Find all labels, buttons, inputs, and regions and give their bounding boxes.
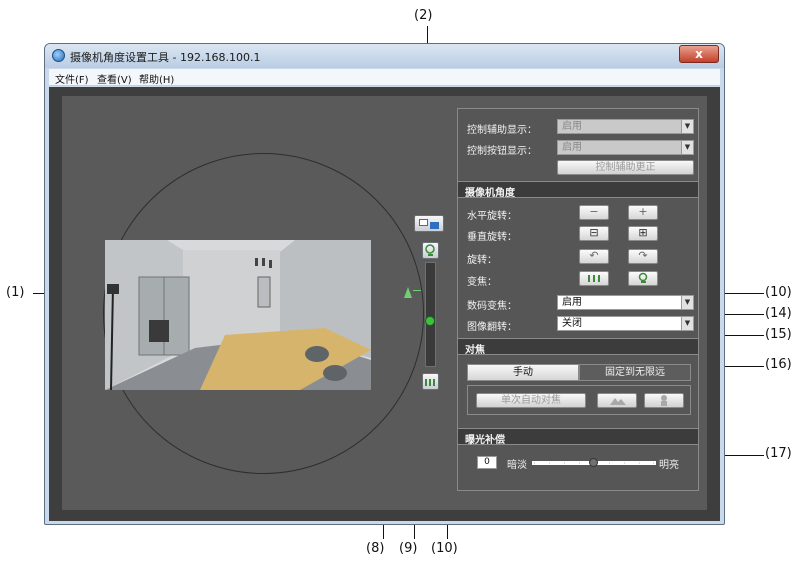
window-title: 摄像机角度设置工具 - 192.168.100.1: [70, 51, 261, 64]
focus-title: 对焦: [465, 345, 485, 356]
focus-manual-button[interactable]: 手动: [467, 364, 579, 381]
minus-box-icon: ⊟: [589, 226, 599, 239]
screenshot: (2) (1) (8) (9) (10) (10) (14) (15) (16)…: [0, 0, 798, 563]
callout-10-bottom: (10): [431, 541, 458, 556]
callout-15: (15): [765, 327, 792, 342]
zoom-tele-button[interactable]: [422, 242, 439, 259]
zoom-marker-tick: [413, 290, 421, 291]
rotate-left-icon: ↶: [589, 249, 599, 262]
client-area: 控制辅助显示： 启用 ▼ 控制按钮显示： 启用 ▼ 控制辅助更正 摄像机角度 水…: [49, 87, 720, 521]
pan-right-button[interactable]: +: [628, 205, 658, 220]
zoom-tele-icon: [425, 244, 435, 256]
tilt-label: 垂直旋转：: [467, 232, 517, 243]
zoom-slider-track[interactable]: [425, 262, 436, 367]
pan-label: 水平旋转：: [467, 211, 517, 222]
exposure-title: 曝光补偿: [465, 435, 505, 446]
zoom-wide-icon: [425, 379, 435, 386]
room-scene-image: [105, 240, 371, 390]
callout-8: (8): [366, 541, 385, 556]
camera-angle-header: 摄像机角度: [458, 181, 698, 199]
focus-far-button[interactable]: [597, 393, 637, 408]
camera-app-icon: [52, 49, 65, 62]
exposure-value-box: 0: [477, 456, 497, 469]
view-switch-icon: [419, 219, 439, 229]
chevron-down-icon: ▼: [681, 141, 693, 154]
plus-box-icon: ⊞: [638, 226, 648, 239]
callout-1: (1): [6, 285, 25, 300]
callout-9: (9): [399, 541, 418, 556]
menu-help[interactable]: 帮助(H): [139, 71, 174, 86]
button-display-label: 控制按钮显示：: [467, 146, 537, 157]
menu-file[interactable]: 文件(F): [55, 71, 89, 86]
menu-bar: 文件(F) 查看(V) 帮助(H): [49, 69, 720, 86]
button-display-value: 启用: [562, 142, 582, 153]
zoom-slider-handle[interactable]: [425, 316, 435, 326]
zoom-tele-panel-button[interactable]: [628, 271, 658, 286]
rotate-right-icon: ↷: [638, 249, 648, 262]
one-shot-af-button[interactable]: 单次自动对焦: [476, 393, 586, 408]
digital-zoom-select[interactable]: 启用 ▼: [557, 295, 694, 310]
chevron-down-icon: ▼: [681, 317, 693, 330]
pan-left-button[interactable]: −: [579, 205, 609, 220]
camera-view-area: 控制辅助显示： 启用 ▼ 控制按钮显示： 启用 ▼ 控制辅助更正 摄像机角度 水…: [62, 96, 707, 510]
exposure-slider-thumb[interactable]: [589, 458, 598, 467]
zoom-wide-button[interactable]: [422, 373, 439, 390]
image-flip-value: 关闭: [562, 318, 582, 329]
zoom-label: 变焦：: [467, 277, 497, 288]
tilt-up-button[interactable]: ⊞: [628, 226, 658, 241]
rotate-left-button[interactable]: ↶: [579, 249, 609, 264]
digital-zoom-value: 启用: [562, 297, 582, 308]
zoom-wide-panel-button[interactable]: [579, 271, 609, 286]
zoom-position-marker-icon: [404, 287, 412, 298]
zoom-tele-icon: [638, 272, 648, 283]
menu-view[interactable]: 查看(V): [97, 71, 132, 86]
focus-near-button[interactable]: [644, 393, 684, 408]
view-switch-button[interactable]: [414, 215, 444, 232]
title-bar[interactable]: 摄像机角度设置工具 - 192.168.100.1 x: [45, 44, 724, 68]
chevron-down-icon: ▼: [681, 296, 693, 309]
camera-angle-title: 摄像机角度: [465, 188, 515, 199]
assist-change-button[interactable]: 控制辅助更正: [557, 160, 694, 175]
callout-17: (17): [765, 446, 792, 461]
app-window: 摄像机角度设置工具 - 192.168.100.1 x 文件(F) 查看(V) …: [44, 43, 725, 525]
minus-icon: −: [589, 205, 599, 218]
assist-display-value: 启用: [562, 121, 582, 132]
exposure-dark-label: 暗淡: [507, 460, 527, 471]
callout-16: (16): [765, 357, 792, 372]
image-flip-label: 图像翻转：: [467, 322, 517, 333]
exposure-slider-ticks: [532, 451, 656, 465]
zoom-wide-icon: [588, 275, 600, 282]
exposure-header: 曝光补偿: [458, 428, 698, 446]
callout-2: (2): [414, 8, 433, 23]
focus-fixed-infinity-button[interactable]: 固定到无限远: [579, 364, 691, 381]
button-display-select[interactable]: 启用 ▼: [557, 140, 694, 155]
digital-zoom-label: 数码变焦：: [467, 301, 517, 312]
image-flip-select[interactable]: 关闭 ▼: [557, 316, 694, 331]
camera-video-image[interactable]: [105, 240, 371, 390]
callout-14: (14): [765, 306, 792, 321]
callout-10-right: (10): [765, 285, 792, 300]
tilt-down-button[interactable]: ⊟: [579, 226, 609, 241]
exposure-bright-label: 明亮: [659, 460, 679, 471]
zoom-position-marker: [404, 283, 412, 298]
plus-icon: +: [638, 205, 648, 218]
chevron-down-icon: ▼: [681, 120, 693, 133]
focus-header: 对焦: [458, 338, 698, 356]
control-panel: 控制辅助显示： 启用 ▼ 控制按钮显示： 启用 ▼ 控制辅助更正 摄像机角度 水…: [457, 108, 699, 491]
rotate-label: 旋转：: [467, 255, 497, 266]
assist-display-select[interactable]: 启用 ▼: [557, 119, 694, 134]
close-button[interactable]: x: [679, 45, 719, 63]
mountain-icon: [610, 398, 626, 405]
person-icon: [661, 395, 667, 406]
assist-display-label: 控制辅助显示：: [467, 125, 537, 136]
rotate-right-button[interactable]: ↷: [628, 249, 658, 264]
